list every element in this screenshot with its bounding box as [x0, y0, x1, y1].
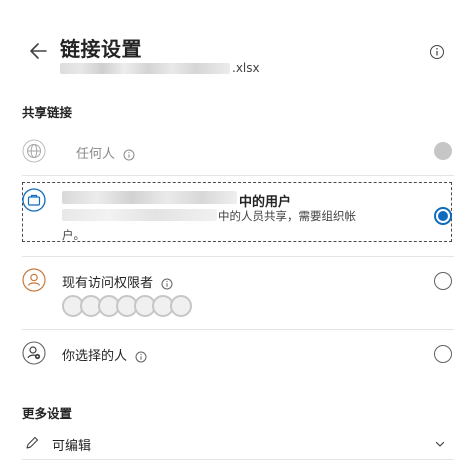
person-gear-icon: [22, 341, 46, 365]
chevron-down-icon: [435, 441, 445, 447]
permission-value: 可编辑: [52, 439, 92, 454]
file-extension: .xlsx: [232, 61, 260, 75]
option-specific-label: 你选择的人: [62, 349, 128, 364]
person-check-icon: [22, 268, 46, 292]
page-title: 链接设置: [60, 37, 142, 61]
avatar: [170, 295, 192, 317]
option-existing-access[interactable]: 现有访问权限者: [22, 268, 454, 318]
redacted-description: [62, 209, 217, 221]
divider: [22, 256, 454, 257]
option-org-description-cont: 户。: [62, 228, 85, 242]
divider: [22, 329, 454, 330]
option-specific-people[interactable]: 你选择的人: [22, 341, 454, 367]
redacted-filename: [60, 62, 230, 74]
pencil-icon: [26, 436, 39, 449]
back-arrow-icon[interactable]: [26, 38, 52, 64]
divider: [22, 175, 454, 176]
briefcase-icon: [22, 188, 46, 212]
radio-organization[interactable]: [434, 207, 452, 225]
info-icon[interactable]: [429, 44, 445, 60]
more-settings-title: 更多设置: [22, 406, 73, 421]
option-existing-label: 现有访问权限者: [62, 276, 154, 291]
radio-anyone: [434, 142, 452, 160]
radio-existing-access[interactable]: [434, 272, 452, 290]
radio-specific-people[interactable]: [434, 345, 452, 363]
sharing-section-title: 共享链接: [22, 105, 73, 120]
option-anyone-label: 任何人: [76, 147, 116, 162]
divider: [22, 459, 454, 460]
option-org-description: 中的人员共享，需要组织帐: [218, 209, 356, 223]
info-icon[interactable]: [123, 149, 135, 161]
info-icon[interactable]: [135, 351, 147, 363]
permission-dropdown[interactable]: 可编辑: [22, 432, 454, 456]
info-icon[interactable]: [161, 278, 173, 290]
globe-icon: [22, 139, 46, 163]
option-anyone: 任何人: [22, 139, 454, 165]
redacted-org-name: [62, 191, 237, 204]
file-name: .xlsx: [60, 60, 260, 76]
avatar-stack: [62, 295, 202, 317]
